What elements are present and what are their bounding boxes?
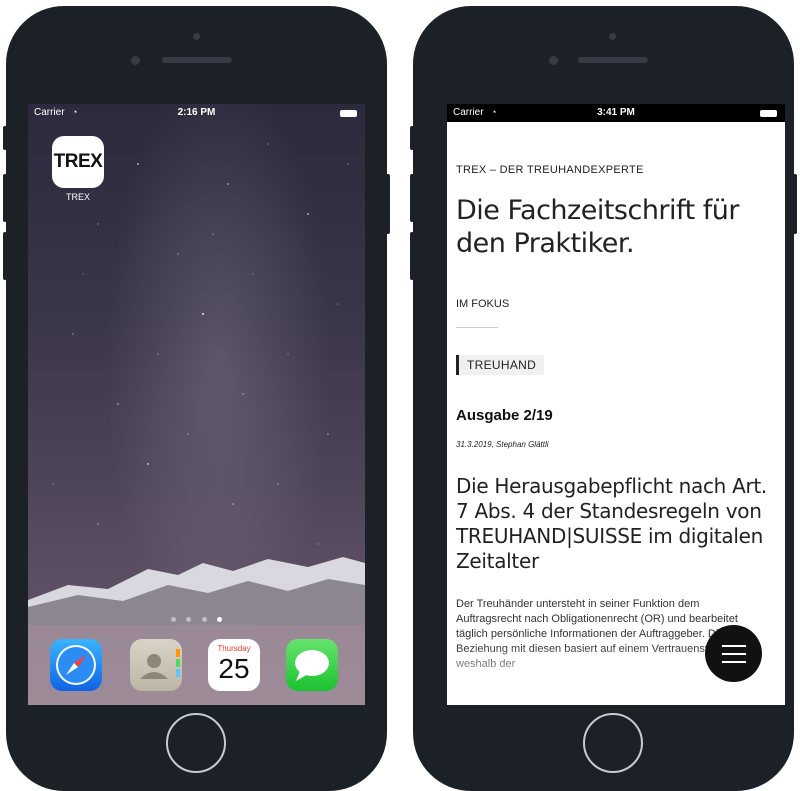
home-button[interactable] (583, 713, 643, 773)
page-headline: Die Fachzeitschrift für den Praktiker. (456, 195, 739, 259)
home-button[interactable] (166, 713, 226, 773)
article-title[interactable]: Die Herausgabepflicht nach Art. 7 Abs. 4… (456, 474, 778, 574)
status-bar: Carrier ◔ 2:16 PM (28, 104, 365, 122)
page-dot (170, 617, 176, 622)
volume-down-button (410, 232, 414, 280)
safari-app-icon[interactable] (50, 639, 102, 691)
page-dot-active (217, 617, 223, 622)
page-dot (201, 617, 207, 622)
phone-left: Carrier ◔ 2:16 PM TREX TREX Thursday 25 (3, 6, 390, 791)
speech-bubble-icon (295, 650, 329, 681)
proximity-sensor (193, 33, 200, 40)
volume-down-button (3, 232, 7, 280)
category-tag[interactable]: TREUHAND (456, 355, 545, 375)
home-screen: Carrier ◔ 2:16 PM TREX TREX Thursday 25 (28, 104, 365, 705)
contacts-app-icon[interactable] (130, 639, 182, 691)
hamburger-menu-icon (721, 644, 746, 647)
front-camera (131, 56, 140, 65)
phone-right: Carrier ◔ 3:41 PM TREX – DER TREUHANDEXP… (410, 6, 797, 791)
page-dot (186, 617, 192, 622)
volume-up-button (410, 174, 414, 222)
hamburger-menu-icon (721, 660, 746, 663)
focus-section-label: IM FOKUS (456, 298, 510, 310)
calendar-app-icon[interactable]: Thursday 25 (208, 639, 260, 691)
status-time: 2:16 PM (177, 107, 216, 118)
calendar-date: 25 (218, 653, 250, 684)
proximity-sensor (609, 33, 616, 40)
hamburger-menu-button[interactable] (705, 625, 762, 682)
volume-up-button (3, 174, 7, 222)
issue-title: Ausgabe 2/19 (456, 407, 553, 424)
article-byline: 31.3.2019, Stephan Glättli (456, 440, 549, 449)
app-screen: Carrier ◔ 3:41 PM TREX – DER TREUHANDEXP… (447, 104, 785, 705)
hamburger-menu-icon (721, 652, 746, 655)
contacts-icon (140, 649, 180, 679)
trex-app-icon-text: TREX (53, 151, 103, 172)
compass-icon (56, 645, 96, 685)
site-brand[interactable]: TREX – DER TREUHANDEXPERTE (456, 164, 644, 176)
calendar-weekday: Thursday (217, 644, 251, 653)
trex-app-icon[interactable]: TREX (52, 136, 104, 188)
messages-app-icon[interactable] (286, 639, 338, 691)
power-button (386, 174, 390, 234)
focus-divider (456, 327, 498, 328)
front-camera (549, 56, 558, 65)
earpiece-speaker (162, 57, 232, 63)
mute-switch (3, 126, 7, 150)
mute-switch (410, 126, 414, 150)
dock: Thursday 25 (28, 625, 365, 705)
status-time: 3:41 PM (597, 107, 635, 118)
trex-app-label: TREX (65, 192, 90, 202)
power-button (793, 174, 797, 234)
battery-icon (340, 110, 357, 117)
battery-icon (760, 110, 777, 117)
earpiece-speaker (578, 57, 648, 63)
status-bar: Carrier ◔ 3:41 PM (447, 104, 785, 122)
